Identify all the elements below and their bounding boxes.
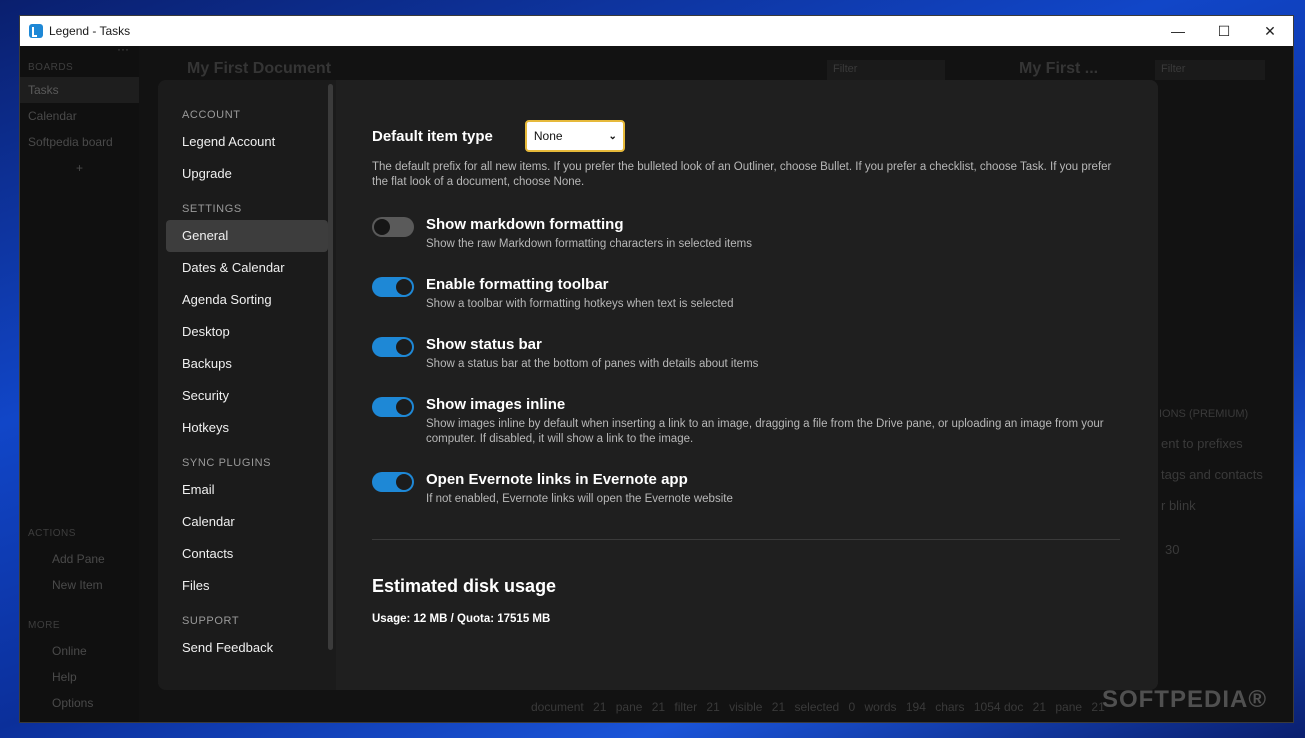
app-body: ··· BOARDS Tasks Calendar Softpedia boar… <box>20 42 1293 722</box>
setting-row: Show status bar Show a status bar at the … <box>372 336 1122 372</box>
toggle-switch[interactable] <box>372 337 414 357</box>
help-item[interactable]: Help <box>20 664 85 690</box>
status-bar: doc 21 pane 21 <box>1004 700 1105 714</box>
settings-nav: ACCOUNT Legend Account Upgrade SETTINGS Gene… <box>158 80 336 690</box>
toggle-switch[interactable] <box>372 472 414 492</box>
nav-scrollbar[interactable] <box>328 84 333 650</box>
nav-item-desktop[interactable]: Desktop <box>166 316 328 348</box>
app-window: Legend - Tasks — ☐ ✕ ··· BOARDS Tasks Ca… <box>19 15 1294 723</box>
select-value: None <box>533 129 563 143</box>
setting-row: Open Evernote links in Evernote app If no… <box>372 471 1122 507</box>
nav-item-send-feedback[interactable]: Send Feedback <box>166 632 328 664</box>
nav-item-hotkeys[interactable]: Hotkeys <box>166 412 328 444</box>
nav-section-label: SYNC PLUGINS <box>182 457 272 469</box>
default-item-type-label: Default item type <box>372 127 493 145</box>
setting-title: Open Evernote links in Evernote app <box>426 471 688 488</box>
chevron-down-icon: ⌄ <box>608 130 617 142</box>
status-bar: document 21 pane 21 filter 21 visible 21… <box>531 700 1001 714</box>
nav-item-general[interactable]: General <box>166 220 328 252</box>
setting-title: Enable formatting toolbar <box>426 276 609 293</box>
nav-section-label: ACCOUNT <box>182 109 241 121</box>
setting-text: Enable formatting toolbar Show a toolbar … <box>426 276 733 312</box>
add-board-button[interactable]: + <box>20 155 139 181</box>
setting-description: Show a status bar at the bottom of panes… <box>426 358 759 370</box>
settings-content: Default item type None ⌄ The default pre… <box>336 80 1158 690</box>
nav-item-email[interactable]: Email <box>166 474 328 506</box>
right-pane-text: tags and contacts <box>1161 467 1263 482</box>
nav-section-label: SETTINGS <box>182 203 242 215</box>
settings-dialog: ACCOUNT Legend Account Upgrade SETTINGS Gene… <box>158 80 1158 690</box>
right-pane-text: IONS (PREMIUM) <box>1159 408 1249 420</box>
toggle-switch[interactable] <box>372 397 414 417</box>
right-pane-value: 30 <box>1165 542 1180 557</box>
window-title: Legend - Tasks <box>49 24 131 38</box>
nav-item-backups[interactable]: Backups <box>166 348 328 380</box>
filter-input[interactable]: Filter <box>827 60 945 80</box>
nav-item-contacts[interactable]: Contacts <box>166 538 328 570</box>
boards-section-label: BOARDS <box>28 62 74 73</box>
pane-title: My First Document <box>187 60 332 77</box>
toggle-knob <box>396 474 412 490</box>
setting-row: Show markdown formatting Show the raw Mar… <box>372 216 1122 252</box>
default-item-type-select[interactable]: None ⌄ <box>524 120 625 152</box>
toggle-knob <box>396 339 412 355</box>
setting-title: Show markdown formatting <box>426 216 624 233</box>
setting-text: Open Evernote links in Evernote app If no… <box>426 471 733 507</box>
right-pane-text: ent to prefixes <box>1161 436 1243 451</box>
board-item[interactable]: Calendar <box>20 103 139 129</box>
actions-section-label: ACTIONS <box>28 528 76 539</box>
toggle-switch[interactable] <box>372 217 414 237</box>
right-pane-text: r blink <box>1161 498 1196 513</box>
setting-text: Show status bar Show a status bar at the … <box>426 336 758 372</box>
setting-description: Show images inline by default when inser… <box>426 418 1104 445</box>
legend-app-icon <box>29 24 43 38</box>
setting-description: Show a toolbar with formatting hotkeys w… <box>426 298 734 310</box>
setting-description: Show the raw Markdown formatting charact… <box>426 238 752 250</box>
pane-title: My First ... <box>1019 60 1099 77</box>
nav-item-files[interactable]: Files <box>166 570 328 602</box>
add-pane-action[interactable]: Add Pane <box>20 546 113 572</box>
setting-title: Show images inline <box>426 396 566 413</box>
nav-item-calendar[interactable]: Calendar <box>166 506 328 538</box>
toggle-switch[interactable] <box>372 277 414 297</box>
setting-row: Show images inline Show images inline by … <box>372 396 1122 447</box>
setting-text: Show markdown formatting Show the raw Mar… <box>426 216 752 252</box>
filter-input[interactable]: Filter <box>1155 60 1265 80</box>
board-item[interactable]: Tasks <box>20 77 139 103</box>
sidebar-more-icon: ··· <box>117 42 129 56</box>
background-sidebar: ··· BOARDS Tasks Calendar Softpedia boar… <box>20 42 139 722</box>
board-item[interactable]: Softpedia board <box>20 129 139 155</box>
more-section-label: MORE <box>28 620 60 631</box>
maximize-button[interactable]: ☐ <box>1201 16 1247 46</box>
setting-description: If not enabled, Evernote links will open… <box>426 493 733 505</box>
nav-item-legend-account[interactable]: Legend Account <box>166 126 328 158</box>
minimize-button[interactable]: — <box>1155 16 1201 46</box>
default-item-type-description: The default prefix for all new items. If… <box>372 161 1112 188</box>
setting-title: Show status bar <box>426 336 542 353</box>
new-item-action[interactable]: New Item <box>20 572 111 598</box>
disk-usage-value: Usage: 12 MB / Quota: 17515 MB <box>372 613 551 625</box>
toggle-knob <box>396 279 412 295</box>
nav-item-upgrade[interactable]: Upgrade <box>166 158 328 190</box>
nav-item-security[interactable]: Security <box>166 380 328 412</box>
softpedia-watermark: SOFTPEDIA® <box>1101 686 1267 713</box>
toggle-knob <box>396 399 412 415</box>
options-item[interactable]: Options <box>20 690 101 716</box>
nav-item-dates-calendar[interactable]: Dates & Calendar <box>166 252 328 284</box>
nav-item-agenda-sorting[interactable]: Agenda Sorting <box>166 284 328 316</box>
divider <box>372 539 1120 540</box>
disk-usage-title: Estimated disk usage <box>372 576 557 596</box>
setting-row: Enable formatting toolbar Show a toolbar … <box>372 276 1122 312</box>
close-window-button[interactable]: ✕ <box>1247 16 1293 46</box>
online-item[interactable]: Online <box>20 638 95 664</box>
nav-section-label: SUPPORT <box>182 615 240 627</box>
title-bar[interactable]: Legend - Tasks — ☐ ✕ <box>20 16 1293 46</box>
setting-text: Show images inline Show images inline by … <box>426 396 1116 447</box>
toggle-knob <box>374 219 390 235</box>
